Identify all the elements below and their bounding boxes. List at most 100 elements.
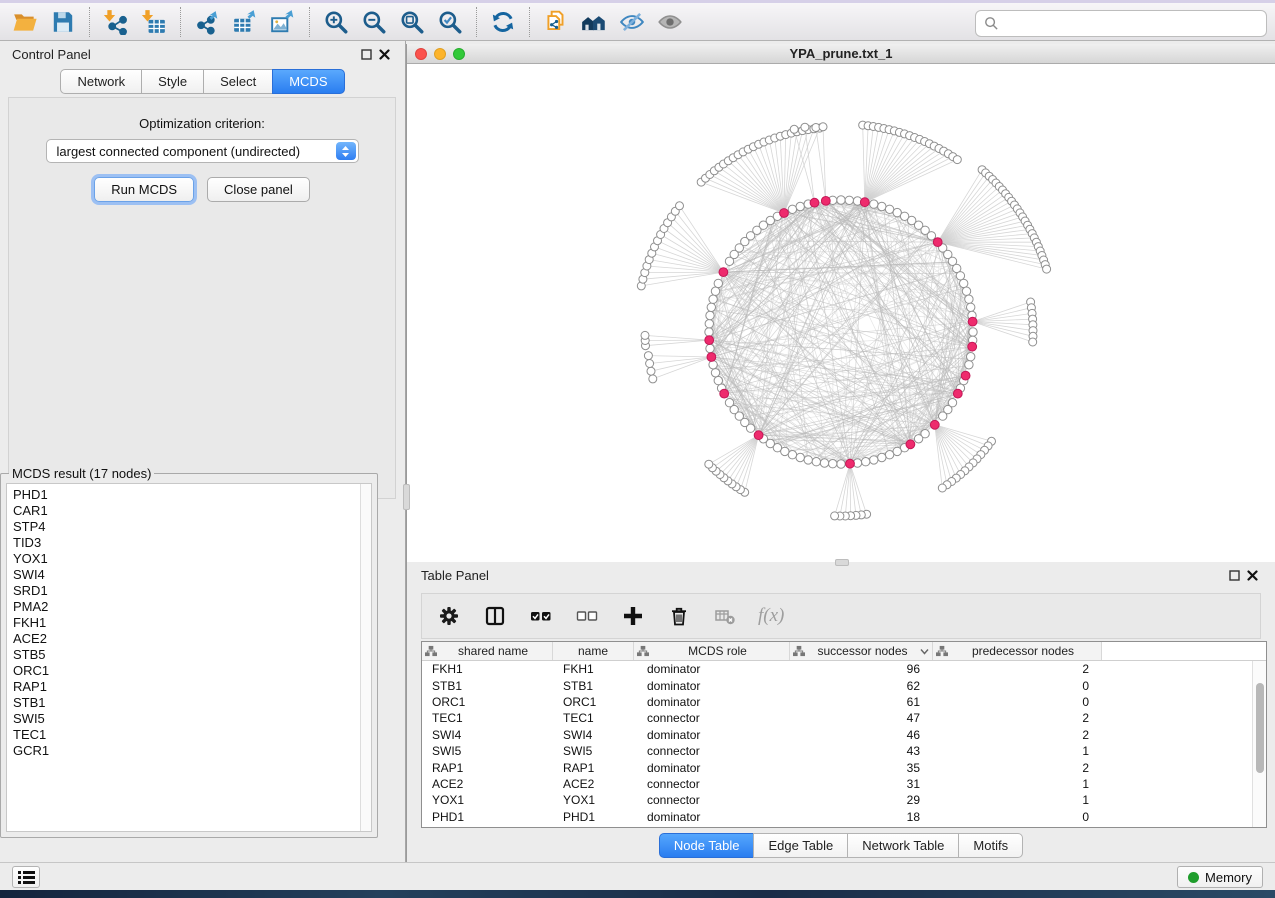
show-columns-icon[interactable] xyxy=(482,603,508,629)
show-all-icon[interactable] xyxy=(651,5,689,39)
table-row[interactable]: TEC1TEC1connector472 xyxy=(422,710,1252,726)
network-node[interactable] xyxy=(969,328,977,336)
mcds-list-scrollbar[interactable] xyxy=(360,484,371,831)
tab-mcds[interactable]: MCDS xyxy=(272,69,344,94)
network-node[interactable] xyxy=(829,460,837,468)
network-node[interactable] xyxy=(819,123,827,131)
run-mcds-button[interactable]: Run MCDS xyxy=(94,177,194,202)
network-node[interactable] xyxy=(705,328,713,336)
mcds-result-list[interactable]: PHD1CAR1STP4TID3YOX1SWI4SRD1PMA2FKH1ACE2… xyxy=(6,483,372,832)
table-cell[interactable]: ORC1 xyxy=(422,695,553,709)
mcds-result-item[interactable]: STB5 xyxy=(13,647,371,663)
network-node[interactable] xyxy=(939,412,947,420)
mcds-result-item[interactable]: STP4 xyxy=(13,519,371,535)
table-cell[interactable]: YOX1 xyxy=(553,793,634,807)
table-cell[interactable]: 29 xyxy=(790,793,933,807)
table-row[interactable]: ACE2ACE2connector311 xyxy=(422,776,1252,792)
table-scrollbar-thumb[interactable] xyxy=(1256,683,1264,773)
table-cell[interactable]: PHD1 xyxy=(422,810,553,824)
network-hub-node[interactable] xyxy=(846,459,855,468)
table-scrollbar[interactable] xyxy=(1252,661,1266,827)
network-node[interactable] xyxy=(960,279,968,287)
network-node[interactable] xyxy=(706,311,714,319)
zoom-selected-icon[interactable] xyxy=(431,5,469,39)
save-session-icon[interactable] xyxy=(44,5,82,39)
close-table-panel-icon[interactable] xyxy=(1243,566,1261,584)
mcds-result-item[interactable]: RAP1 xyxy=(13,679,371,695)
import-network-icon[interactable] xyxy=(97,5,135,39)
close-panel-button[interactable]: Close panel xyxy=(207,177,310,202)
network-node[interactable] xyxy=(938,484,946,492)
tab-select[interactable]: Select xyxy=(203,69,272,94)
table-cell[interactable]: 0 xyxy=(933,695,1102,709)
network-node[interactable] xyxy=(788,205,796,213)
table-cell[interactable]: STB1 xyxy=(422,679,553,693)
table-row[interactable]: ORC1ORC1dominator610 xyxy=(422,694,1252,710)
tab-style[interactable]: Style xyxy=(141,69,203,94)
network-node[interactable] xyxy=(837,196,845,204)
network-node[interactable] xyxy=(714,279,722,287)
float-table-panel-icon[interactable] xyxy=(1225,566,1243,584)
table-cell[interactable]: dominator xyxy=(634,728,790,742)
table-cell[interactable]: 62 xyxy=(790,679,933,693)
network-node[interactable] xyxy=(885,451,893,459)
task-history-button[interactable] xyxy=(12,866,40,888)
open-file-icon[interactable] xyxy=(6,5,44,39)
select-all-icon[interactable] xyxy=(528,603,554,629)
network-node[interactable] xyxy=(804,456,812,464)
column-header-shared-name[interactable]: shared name xyxy=(422,642,553,660)
mcds-result-item[interactable]: SWI4 xyxy=(13,567,371,583)
import-table-icon[interactable] xyxy=(135,5,173,39)
window-close-icon[interactable] xyxy=(415,48,427,60)
network-node[interactable] xyxy=(725,399,733,407)
network-hub-node[interactable] xyxy=(821,197,830,206)
table-cell[interactable]: 2 xyxy=(933,728,1102,742)
network-node[interactable] xyxy=(796,202,804,210)
tab-motifs[interactable]: Motifs xyxy=(958,833,1023,858)
table-cell[interactable]: 1 xyxy=(933,777,1102,791)
table-cell[interactable]: SWI5 xyxy=(553,744,634,758)
network-hub-node[interactable] xyxy=(933,238,942,247)
first-neighbors-icon[interactable] xyxy=(575,5,613,39)
table-cell[interactable]: connector xyxy=(634,744,790,758)
mcds-result-item[interactable]: TEC1 xyxy=(13,727,371,743)
table-row[interactable]: PHD1PHD1dominator180 xyxy=(422,809,1252,825)
search-box[interactable] xyxy=(975,10,1267,37)
mcds-result-item[interactable]: GCR1 xyxy=(13,743,371,759)
network-node[interactable] xyxy=(705,320,713,328)
network-node[interactable] xyxy=(1043,265,1051,273)
tab-network[interactable]: Network xyxy=(60,69,141,94)
table-cell[interactable]: ORC1 xyxy=(553,695,634,709)
mcds-result-item[interactable]: YOX1 xyxy=(13,551,371,567)
horizontal-splitter-handle[interactable] xyxy=(835,559,849,566)
optimization-criterion-select[interactable]: largest connected component (undirected) xyxy=(46,139,359,163)
table-cell[interactable]: ACE2 xyxy=(553,777,634,791)
network-node[interactable] xyxy=(644,352,652,360)
table-row[interactable]: STB1STB1dominator620 xyxy=(422,677,1252,693)
network-hub-node[interactable] xyxy=(930,420,939,429)
add-column-icon[interactable] xyxy=(620,603,646,629)
delete-table-icon[interactable] xyxy=(712,603,738,629)
column-header-mcds-role[interactable]: MCDS role xyxy=(634,642,790,660)
table-cell[interactable]: dominator xyxy=(634,679,790,693)
network-node[interactable] xyxy=(711,369,719,377)
network-node[interactable] xyxy=(646,360,654,368)
close-panel-icon[interactable] xyxy=(375,45,393,63)
network-node[interactable] xyxy=(676,202,684,210)
column-header-predecessor-nodes[interactable]: predecessor nodes xyxy=(933,642,1102,660)
table-cell[interactable]: 2 xyxy=(933,761,1102,775)
network-node[interactable] xyxy=(870,200,878,208)
mcds-result-item[interactable]: TID3 xyxy=(13,535,371,551)
table-cell[interactable]: 2 xyxy=(933,711,1102,725)
table-cell[interactable]: YOX1 xyxy=(422,793,553,807)
duplicate-network-icon[interactable] xyxy=(537,5,575,39)
tab-edge-table[interactable]: Edge Table xyxy=(753,833,847,858)
network-hub-node[interactable] xyxy=(968,317,977,326)
network-node[interactable] xyxy=(878,202,886,210)
network-node[interactable] xyxy=(967,303,975,311)
network-node[interactable] xyxy=(714,376,722,384)
delete-column-icon[interactable] xyxy=(666,603,692,629)
network-node[interactable] xyxy=(801,123,809,131)
network-node[interactable] xyxy=(914,435,922,443)
network-hub-node[interactable] xyxy=(720,389,729,398)
